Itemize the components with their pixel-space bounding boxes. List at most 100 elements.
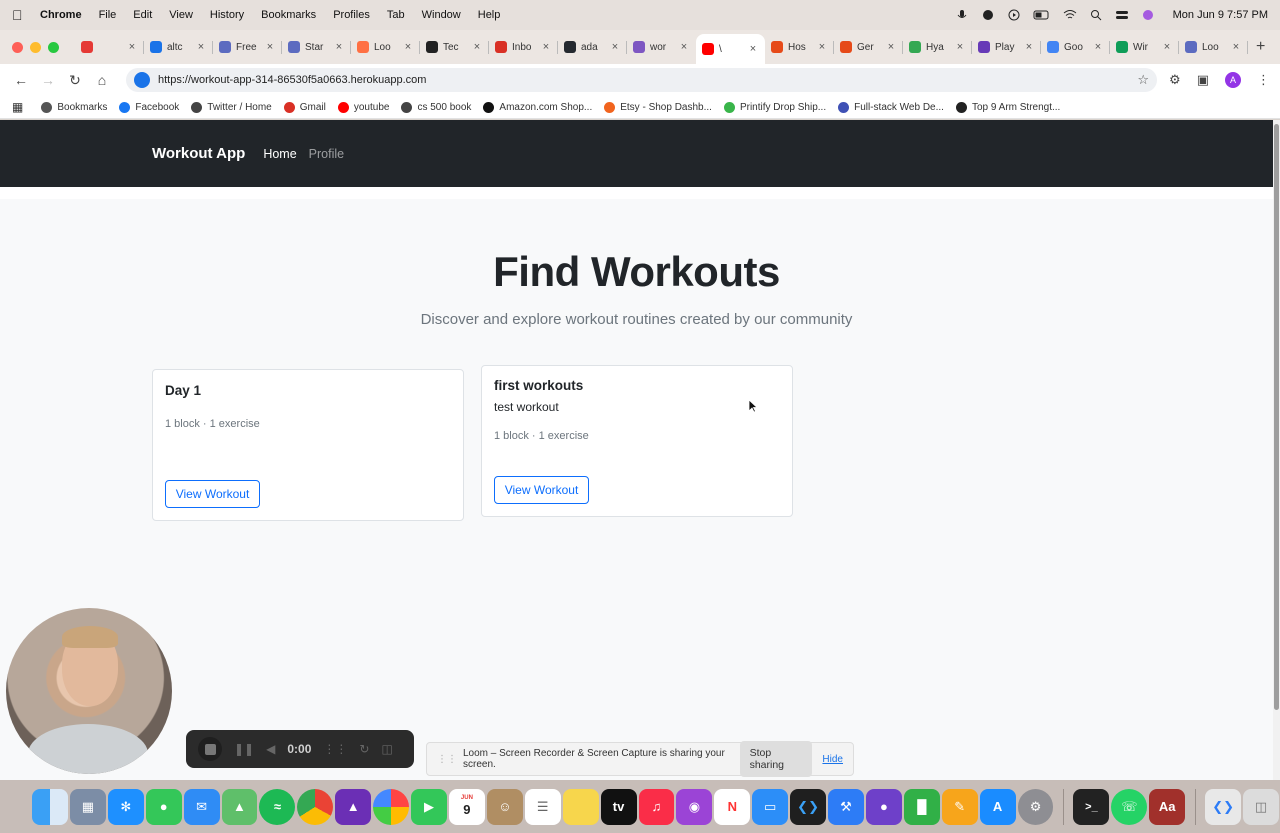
bookmark-item[interactable]: Facebook	[119, 101, 179, 113]
mute-icon[interactable]: ◀	[266, 742, 275, 756]
close-tab-icon[interactable]: ×	[747, 43, 759, 55]
menubar-clock[interactable]: Mon Jun 9 7:57 PM	[1173, 9, 1268, 21]
close-tab-icon[interactable]: ×	[333, 41, 345, 53]
menu-profiles[interactable]: Profiles	[333, 9, 370, 21]
more-menu-icon[interactable]: ⋮	[1257, 72, 1270, 88]
browser-tab[interactable]: wor ×	[627, 34, 696, 60]
github-desktop-icon[interactable]: ●	[865, 788, 902, 825]
vscode-icon[interactable]: ❮❯	[1205, 788, 1242, 825]
extensions-icon[interactable]: ⚙	[1169, 72, 1181, 88]
browser-tab[interactable]: Loo ×	[351, 34, 420, 60]
close-tab-icon[interactable]: ×	[1023, 41, 1035, 53]
back-icon[interactable]: ←	[10, 69, 32, 91]
menu-tab[interactable]: Tab	[387, 9, 405, 21]
facetime-icon[interactable]: ▶	[411, 788, 447, 825]
maps-icon[interactable]: ▲	[221, 788, 258, 825]
close-tab-icon[interactable]: ×	[678, 41, 690, 53]
trash-icon[interactable]: ◫	[1243, 788, 1279, 825]
close-tab-icon[interactable]: ×	[264, 41, 276, 53]
loom-webcam-bubble[interactable]	[6, 608, 172, 774]
browser-tab[interactable]: \ ×	[696, 34, 765, 64]
microphone-icon[interactable]	[955, 9, 969, 21]
browser-tab[interactable]: Hya ×	[903, 34, 972, 60]
spotify-icon[interactable]: ≈	[259, 788, 296, 825]
system-settings-icon[interactable]: ⚙	[1017, 788, 1054, 825]
bookmark-item[interactable]: Gmail	[283, 101, 326, 113]
apps-grid-icon[interactable]: ▦	[12, 100, 23, 114]
browser-tab[interactable]: Goo ×	[1041, 34, 1110, 60]
close-window-button[interactable]	[12, 41, 23, 53]
safari-icon[interactable]: ✻	[107, 788, 144, 825]
mail-icon[interactable]: ✉	[183, 788, 220, 825]
messages-icon[interactable]: ●	[145, 788, 182, 825]
keynote-icon[interactable]: ▭	[752, 788, 789, 825]
close-tab-icon[interactable]: ×	[402, 41, 414, 53]
loom-stop-button[interactable]	[198, 737, 222, 761]
drag-handle-icon[interactable]: ⋮⋮	[323, 742, 347, 756]
close-tab-icon[interactable]: ×	[126, 41, 138, 53]
page-scrollbar[interactable]	[1273, 120, 1280, 780]
bookmark-star-icon[interactable]: ☆	[1137, 72, 1149, 88]
menu-window[interactable]: Window	[422, 9, 461, 21]
bookmark-item[interactable]: youtube	[337, 101, 389, 113]
close-tab-icon[interactable]: ×	[195, 41, 207, 53]
stop-sharing-button[interactable]: Stop sharing	[739, 741, 813, 777]
browser-tab[interactable]: Wir ×	[1110, 34, 1179, 60]
close-tab-icon[interactable]: ×	[540, 41, 552, 53]
menu-help[interactable]: Help	[478, 9, 501, 21]
bookmark-item[interactable]: Top 9 Arm Strengt...	[955, 101, 1060, 113]
browser-tab[interactable]: Play ×	[972, 34, 1041, 60]
scrollbar-thumb[interactable]	[1274, 124, 1279, 710]
whatsapp-icon[interactable]: ☏	[1111, 788, 1148, 825]
view-workout-button[interactable]: View Workout	[494, 476, 589, 504]
hide-share-bar-link[interactable]: Hide	[822, 754, 843, 765]
browser-tab[interactable]: ada ×	[558, 34, 627, 60]
forward-icon[interactable]: →	[37, 69, 59, 91]
terminal-icon[interactable]: >_	[1073, 788, 1110, 825]
loom-status-icon[interactable]	[981, 9, 995, 21]
dictionary-icon[interactable]: Aa	[1149, 788, 1186, 825]
close-tab-icon[interactable]: ×	[885, 41, 897, 53]
bookmark-item[interactable]: cs 500 book	[401, 101, 471, 113]
launchpad-icon[interactable]: ▦	[69, 788, 106, 825]
affinity-icon[interactable]: ▲	[335, 788, 372, 825]
nav-home[interactable]: Home	[263, 147, 296, 161]
apple-tv-icon[interactable]: tv	[600, 788, 637, 825]
music-icon[interactable]: ♫	[638, 788, 675, 825]
minimize-window-button[interactable]	[30, 41, 41, 53]
menu-bookmarks[interactable]: Bookmarks	[261, 9, 316, 21]
bookmark-item[interactable]: Amazon.com Shop...	[483, 101, 592, 113]
menu-file[interactable]: File	[99, 9, 117, 21]
close-tab-icon[interactable]: ×	[609, 41, 621, 53]
reminders-icon[interactable]: ☰	[524, 788, 561, 825]
browser-tab[interactable]: Star ×	[282, 34, 351, 60]
bookmark-item[interactable]: Printify Drop Ship...	[723, 101, 826, 113]
new-tab-button[interactable]: +	[1256, 38, 1265, 56]
menu-edit[interactable]: Edit	[133, 9, 152, 21]
podcasts-icon[interactable]: ◉	[676, 788, 713, 825]
site-info-icon[interactable]	[134, 72, 150, 88]
notes-icon[interactable]	[562, 788, 599, 825]
app-store-icon[interactable]: A	[979, 788, 1016, 825]
browser-tab[interactable]: altc ×	[144, 34, 213, 60]
trash-icon[interactable]: ◫	[381, 742, 392, 756]
play-circle-icon[interactable]	[1007, 9, 1021, 21]
pages-icon[interactable]: ✎	[941, 788, 978, 825]
close-tab-icon[interactable]: ×	[1092, 41, 1104, 53]
menu-history[interactable]: History	[210, 9, 244, 21]
browser-tab[interactable]: Ger ×	[834, 34, 903, 60]
siri-icon[interactable]	[1141, 9, 1155, 21]
pause-icon[interactable]: ❚❚	[234, 742, 254, 756]
menu-view[interactable]: View	[169, 9, 193, 21]
profile-avatar[interactable]: A	[1225, 72, 1241, 88]
contacts-icon[interactable]: ☺	[486, 788, 523, 825]
vscode-icon[interactable]: ❮❯	[790, 788, 827, 825]
photos-icon[interactable]	[373, 788, 410, 825]
browser-tab[interactable]: Inbo ×	[489, 34, 558, 60]
battery-icon[interactable]	[1033, 9, 1051, 21]
bookmark-item[interactable]: Bookmarks	[41, 101, 107, 113]
xcode-icon[interactable]: ⚒	[828, 788, 864, 825]
browser-tab[interactable]: Tec ×	[420, 34, 489, 60]
close-tab-icon[interactable]: ×	[1161, 41, 1173, 53]
calendar-icon[interactable]: JUN 9	[448, 788, 485, 825]
